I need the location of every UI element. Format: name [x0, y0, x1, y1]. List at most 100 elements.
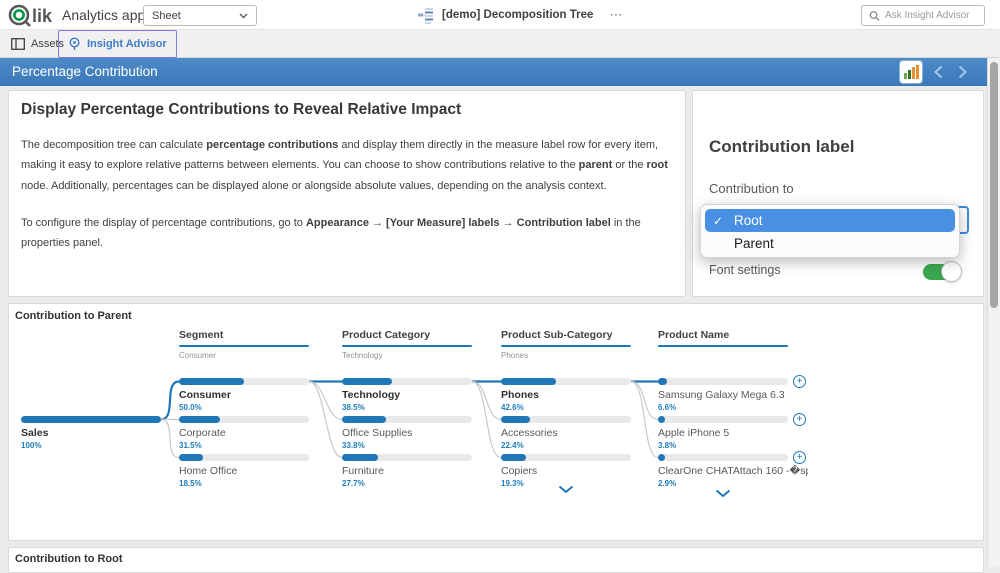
tree-node[interactable]: Corporate31.5% [179, 416, 309, 450]
dimension-field-name[interactable]: Product Category [342, 329, 472, 341]
node-percentage: 22.4% [501, 441, 631, 450]
node-label: Samsung Galaxy Mega 6.3 [658, 389, 808, 401]
font-settings-label: Font settings [709, 263, 781, 277]
node-percentage: 18.5% [179, 479, 309, 488]
tree-node[interactable]: Apple iPhone 53.8%+ [658, 416, 788, 450]
chart-type-button[interactable] [900, 61, 922, 83]
node-bar-fill [21, 416, 161, 423]
node-percentage: 33.8% [342, 441, 472, 450]
sheet-selector-dropdown[interactable]: Sheet [143, 5, 257, 26]
info-title: Display Percentage Contributions to Reve… [21, 101, 671, 119]
node-bar [501, 416, 631, 423]
expand-more-chevron-icon[interactable] [715, 489, 731, 498]
node-label: Apple iPhone 5 [658, 427, 808, 439]
more-menu-button[interactable]: ⋯ [609, 7, 623, 23]
assets-panel-icon [11, 38, 25, 50]
tree-node[interactable]: Accessories22.4% [501, 416, 631, 450]
node-label: Copiers [501, 465, 651, 477]
app-thumbnail-icon [418, 7, 434, 24]
next-sheet-chevron-icon[interactable] [958, 65, 967, 79]
node-bar [21, 416, 161, 423]
dimension-header: Product Sub-CategoryPhones [501, 329, 631, 360]
node-label: Office Supplies [342, 427, 492, 439]
sheet-title-bar: Percentage Contribution [0, 58, 1000, 86]
node-percentage: 3.8% [658, 441, 788, 450]
scrollbar-thumb[interactable] [990, 62, 998, 308]
expand-plus-icon[interactable]: + [793, 451, 806, 464]
tree-node[interactable]: Phones42.6% [501, 378, 631, 412]
node-percentage: 27.7% [342, 479, 472, 488]
prev-sheet-chevron-icon[interactable] [934, 65, 943, 79]
dimension-underline [501, 345, 631, 347]
node-percentage: 2.9% [658, 479, 788, 488]
dimension-drill-value: Consumer [179, 351, 309, 360]
node-bar [342, 378, 472, 385]
chevron-down-icon [239, 13, 248, 19]
node-bar-fill [501, 454, 526, 461]
node-bar-fill [179, 416, 220, 423]
info-card: Display Percentage Contributions to Reve… [8, 90, 686, 297]
tree-node[interactable]: Office Supplies33.8% [342, 416, 472, 450]
decomposition-tree: Sales100%SegmentConsumerConsumer50.0%Cor… [9, 304, 984, 541]
tree-node[interactable]: Home Office18.5% [179, 454, 309, 488]
insight-advisor-label: Insight Advisor [87, 38, 167, 50]
tree-node[interactable]: Copiers19.3% [501, 454, 631, 488]
properties-title: Contribution label [709, 137, 854, 157]
qlik-logo: lik [8, 3, 58, 27]
dimension-underline [658, 345, 788, 347]
node-bar [658, 378, 788, 385]
dimension-underline [342, 345, 472, 347]
expand-plus-icon[interactable]: + [793, 413, 806, 426]
insight-advisor-button[interactable]: Insight Advisor [58, 30, 177, 58]
insight-advisor-search[interactable] [861, 5, 985, 26]
svg-text:lik: lik [32, 6, 53, 26]
node-label: Sales [21, 427, 171, 439]
dropdown-option-label: Parent [734, 236, 774, 251]
expand-more-chevron-icon[interactable] [558, 485, 574, 494]
dropdown-option-parent[interactable]: Parent [705, 232, 955, 255]
dimension-header: Product CategoryTechnology [342, 329, 472, 360]
tree-node[interactable]: ClearOne CHATAttach 160 -�sp2.9%+ [658, 454, 788, 488]
node-bar [179, 416, 309, 423]
tree-root-node[interactable]: Sales100% [21, 416, 161, 450]
node-bar [501, 378, 631, 385]
app-name: Analytics app [62, 7, 145, 23]
node-bar [342, 416, 472, 423]
node-bar [179, 454, 309, 461]
node-bar-fill [501, 416, 530, 423]
tree-node[interactable]: Consumer50.0% [179, 378, 309, 412]
node-percentage: 6.6% [658, 403, 788, 412]
dimension-field-name[interactable]: Product Sub-Category [501, 329, 631, 341]
node-percentage: 50.0% [179, 403, 309, 412]
bar-chart-icon [903, 64, 919, 80]
dropdown-option-root[interactable]: ✓Root [705, 209, 955, 232]
dimension-field-name[interactable]: Segment [179, 329, 309, 341]
node-label: Accessories [501, 427, 651, 439]
toggle-knob [941, 261, 962, 282]
search-input[interactable] [885, 10, 977, 21]
dimension-field-name[interactable]: Product Name [658, 329, 788, 341]
node-bar [342, 454, 472, 461]
node-bar [179, 378, 309, 385]
node-bar-fill [179, 378, 244, 385]
dimension-underline [179, 345, 309, 347]
font-settings-toggle[interactable] [923, 264, 957, 280]
node-label: Consumer [179, 389, 329, 401]
tree-node[interactable]: Furniture27.7% [342, 454, 472, 488]
node-label: ClearOne CHATAttach 160 -�sp [658, 465, 808, 477]
node-percentage: 31.5% [179, 441, 309, 450]
sheet-title: Percentage Contribution [12, 64, 158, 79]
node-bar-fill [342, 454, 378, 461]
expand-plus-icon[interactable]: + [793, 375, 806, 388]
tree-node[interactable]: Technology38.5% [342, 378, 472, 412]
node-bar-fill [501, 378, 556, 385]
info-paragraph-2: To configure the display of percentage c… [21, 213, 669, 254]
node-label: Home Office [179, 465, 329, 477]
node-bar-fill [179, 454, 203, 461]
contribution-to-root-card: Contribution to Root [8, 547, 984, 573]
node-bar-fill [658, 454, 665, 461]
node-bar-fill [342, 378, 392, 385]
page-scrollbar [987, 58, 1000, 567]
node-percentage: 42.6% [501, 403, 631, 412]
tree-node[interactable]: Samsung Galaxy Mega 6.36.6%+ [658, 378, 788, 412]
